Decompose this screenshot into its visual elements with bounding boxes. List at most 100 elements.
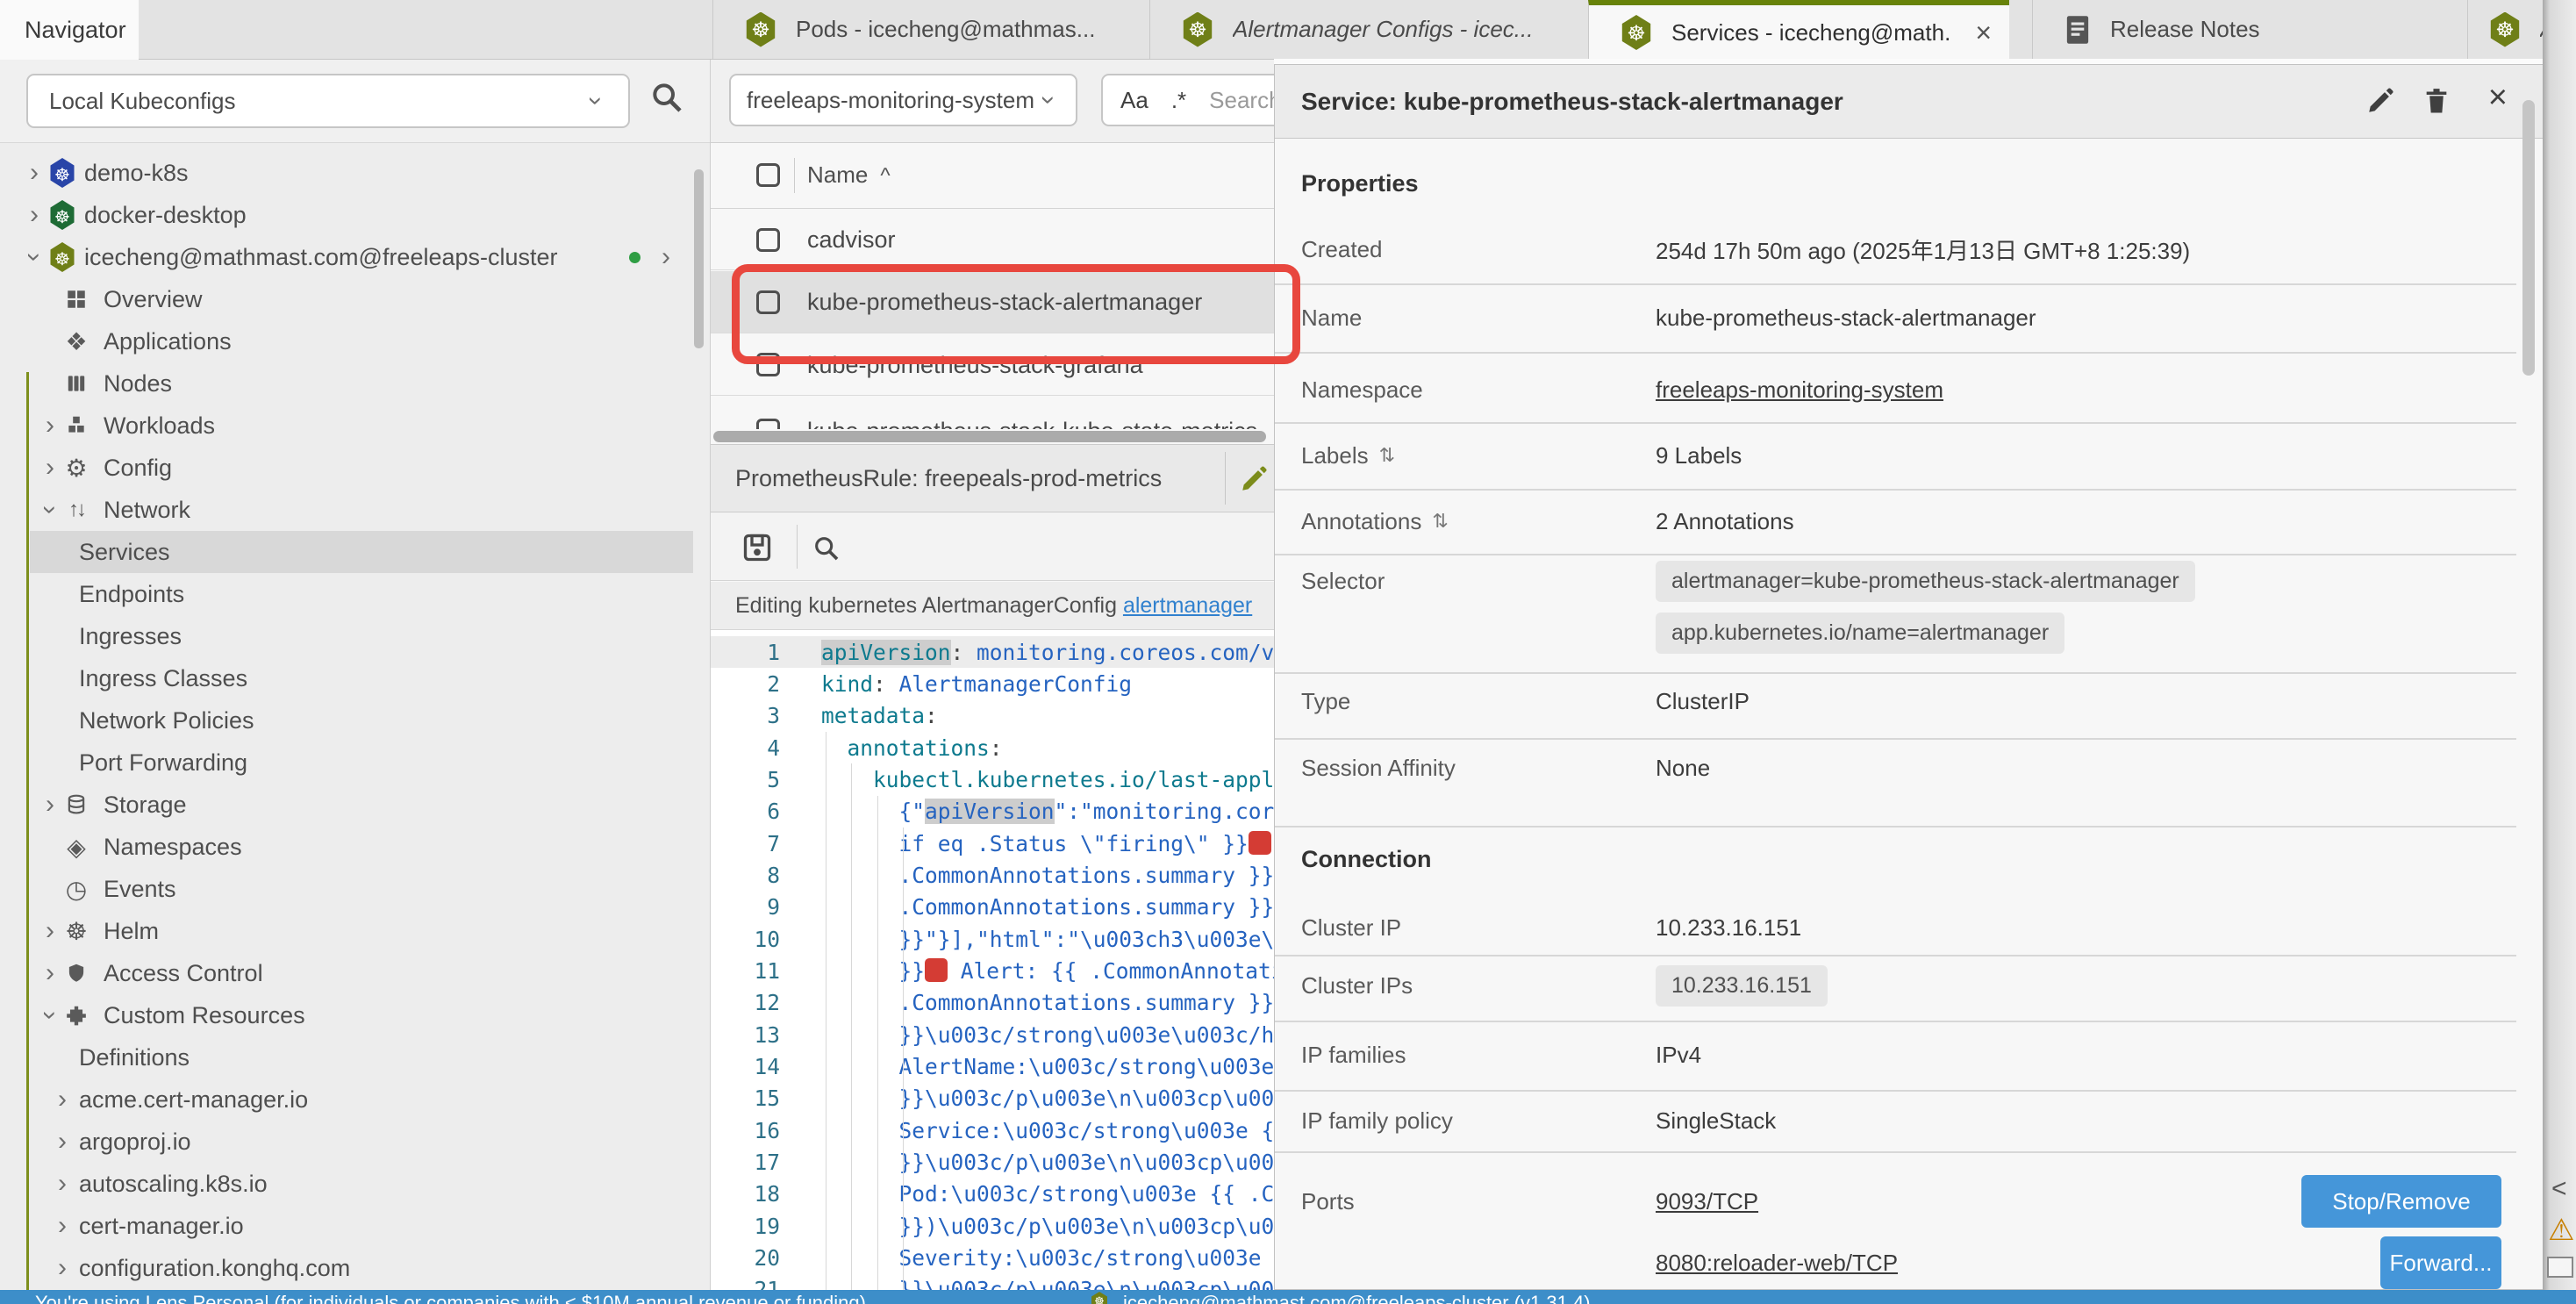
sidebar-item-services[interactable]: Services xyxy=(0,531,711,573)
chevron-right-icon[interactable] xyxy=(51,1257,74,1279)
row-checkbox[interactable] xyxy=(756,228,780,252)
sidebar-item-applications[interactable]: Applications xyxy=(0,320,711,362)
sidebar-item-overview[interactable]: Overview xyxy=(0,278,711,320)
sidebar-item-docker-desktop[interactable]: docker-desktop xyxy=(0,194,711,236)
table-row-partial[interactable]: kube-prometheus-stack-kube-state-metrics xyxy=(711,397,1275,429)
code-line[interactable]: 9 .CommonAnnotations.summary }}- xyxy=(711,892,1275,923)
code-line[interactable]: 11 }}🚨 Alert: {{ .CommonAnnotati xyxy=(711,955,1275,986)
kubeconfig-select[interactable]: Local Kubeconfigs xyxy=(26,74,630,128)
horizontal-scrollbar[interactable] xyxy=(713,431,1266,442)
sidebar-item-config[interactable]: Config xyxy=(0,447,711,489)
code-line[interactable]: 5 kubectl.kubernetes.io/last-appli xyxy=(711,763,1275,795)
edit-pencil-icon[interactable] xyxy=(2365,86,2395,116)
code-line[interactable]: 21 }}\u003c/p\u003e\n\u003cp\u003 xyxy=(711,1274,1275,1290)
namespace-select[interactable]: freeleaps-monitoring-system xyxy=(729,74,1077,126)
sidebar-item-nodes[interactable]: Nodes xyxy=(0,362,711,405)
sidebar-item-storage[interactable]: Storage xyxy=(0,784,711,826)
sidebar-item-cert-manager[interactable]: cert-manager.io xyxy=(0,1205,711,1247)
chevron-right-icon[interactable] xyxy=(39,456,61,479)
select-all-checkbox[interactable] xyxy=(756,163,780,187)
code-line[interactable]: 7 if eq .Status \"firing\" }}🚨 xyxy=(711,828,1275,859)
drawer-scrollbar[interactable] xyxy=(2522,100,2535,376)
stop-remove-button[interactable]: Stop/Remove xyxy=(2301,1175,2501,1228)
save-icon[interactable] xyxy=(741,532,773,563)
close-icon[interactable] xyxy=(2488,82,2508,112)
code-line[interactable]: 10 }}"}],"html":"\u003ch3\u003e\u xyxy=(711,923,1275,955)
chevron-down-icon[interactable] xyxy=(23,246,46,269)
edit-pencil-icon[interactable] xyxy=(1239,464,1269,494)
chevron-right-icon[interactable] xyxy=(39,920,61,942)
code-line[interactable]: 6 {"apiVersion":"monitoring.core xyxy=(711,796,1275,828)
sidebar-item-argoproj[interactable]: argoproj.io xyxy=(0,1121,711,1163)
sidebar-item-configuration-konghq[interactable]: configuration.konghq.com xyxy=(0,1247,711,1289)
sidebar-item-events[interactable]: Events xyxy=(0,868,711,910)
expand-toggle-icon[interactable] xyxy=(1432,510,1448,533)
sidebar-item-network[interactable]: Network xyxy=(0,489,711,531)
sidebar-item-definitions[interactable]: Definitions xyxy=(0,1036,711,1078)
chevron-right-icon[interactable] xyxy=(23,161,46,184)
table-row[interactable]: cadvisor xyxy=(711,210,1275,270)
chevron-right-icon[interactable] xyxy=(51,1172,74,1195)
tab-alertmanager-configs[interactable]: Alertmanager Configs - icec... xyxy=(1149,0,1588,59)
sidebar-item-ingress-classes[interactable]: Ingress Classes xyxy=(0,657,711,699)
sidebar-item-namespaces[interactable]: Namespaces xyxy=(0,826,711,868)
port-link[interactable]: 8080:reloader-web/TCP xyxy=(1656,1250,1898,1277)
code-line[interactable]: 14 AlertName:\u003c/strong\u003e xyxy=(711,1050,1275,1082)
regex-toggle[interactable]: .* xyxy=(1171,87,1186,114)
code-line[interactable]: 17 }}\u003c/p\u003e\n\u003cp\u003 xyxy=(711,1146,1275,1178)
code-line[interactable]: 16 Service:\u003c/strong\u003e { xyxy=(711,1114,1275,1146)
tab-services[interactable]: Services - icecheng@math... xyxy=(1588,0,2009,60)
sidebar-scrollbar[interactable] xyxy=(694,169,704,348)
forward-button[interactable]: Forward... xyxy=(2380,1236,2501,1289)
chevron-right-icon[interactable] xyxy=(39,793,61,816)
sidebar-item-autoscaling[interactable]: autoscaling.k8s.io xyxy=(0,1163,711,1205)
sidebar-item-helm[interactable]: Helm xyxy=(0,910,711,952)
chevron-down-icon[interactable] xyxy=(39,1004,61,1027)
breadcrumb-link[interactable]: alertmanager xyxy=(1123,593,1252,619)
chevron-right-icon[interactable] xyxy=(51,1214,74,1237)
close-icon[interactable] xyxy=(1975,17,1992,49)
navigator-header[interactable]: Navigator xyxy=(0,0,139,60)
chevron-right-icon[interactable] xyxy=(39,414,61,437)
code-line[interactable]: 4 annotations: xyxy=(711,732,1275,763)
code-line[interactable]: 1 apiVersion: monitoring.coreos.com/v1 xyxy=(711,636,1275,668)
code-line[interactable]: 20 Severity:\u003c/strong\u003e xyxy=(711,1242,1275,1273)
code-line[interactable]: 12 .CommonAnnotations.summary }}- xyxy=(711,987,1275,1019)
code-line[interactable]: 15 }}\u003c/p\u003e\n\u003cp\u003 xyxy=(711,1083,1275,1114)
code-line[interactable]: 3 metadata: xyxy=(711,700,1275,732)
sidebar-item-workloads[interactable]: Workloads xyxy=(0,405,711,447)
tab-pods[interactable]: Pods - icecheng@mathmas... xyxy=(712,0,1149,59)
chevron-right-icon[interactable] xyxy=(39,962,61,985)
sidebar-item-demo-k8s[interactable]: demo-k8s xyxy=(0,152,711,194)
name-column-header[interactable]: Name xyxy=(807,161,891,189)
row-checkbox[interactable] xyxy=(756,419,780,429)
active-cluster-status[interactable]: icecheng@mathmast.com@freeleaps-cluster … xyxy=(1123,1292,1591,1304)
expand-toggle-icon[interactable] xyxy=(1379,444,1395,467)
namespace-link[interactable]: freeleaps-monitoring-system xyxy=(1656,376,1943,404)
sidebar-item-freeleaps-cluster[interactable]: icecheng@mathmast.com@freeleaps-cluster xyxy=(0,236,711,278)
code-line[interactable]: 19 }})\u003c/p\u003e\n\u003cp\u00 xyxy=(711,1210,1275,1242)
sidebar-item-acme-cert-manager[interactable]: acme.cert-manager.io xyxy=(0,1078,711,1121)
sidebar-item-access-control[interactable]: Access Control xyxy=(0,952,711,994)
trash-icon[interactable] xyxy=(2422,86,2451,116)
chevron-down-icon[interactable] xyxy=(39,498,61,521)
dock-tab[interactable]: PrometheusRule: freepeals-prod-metrics xyxy=(711,444,1275,512)
sidebar-item-endpoints[interactable]: Endpoints xyxy=(0,573,711,615)
sidebar-item-network-policies[interactable]: Network Policies xyxy=(0,699,711,742)
sidebar-item-port-forwarding[interactable]: Port Forwarding xyxy=(0,742,711,784)
chevron-right-icon[interactable] xyxy=(51,1130,74,1153)
search-icon[interactable] xyxy=(649,80,684,115)
code-line[interactable]: 13 }}\u003c/strong\u003e\u003c/h3 xyxy=(711,1019,1275,1050)
code-line[interactable]: 18 Pod:\u003c/strong\u003e {{ .Co xyxy=(711,1179,1275,1210)
search-input[interactable]: Aa .* Search xyxy=(1101,74,1275,126)
code-line[interactable]: 2 kind: AlertmanagerConfig xyxy=(711,668,1275,699)
match-case-toggle[interactable]: Aa xyxy=(1120,87,1148,114)
chevron-right-icon[interactable] xyxy=(655,246,677,269)
tab-release-notes[interactable]: Release Notes xyxy=(2032,0,2467,59)
editor-search-icon[interactable] xyxy=(812,534,841,563)
code-line[interactable]: 8 .CommonAnnotations.summary }}- xyxy=(711,859,1275,891)
chevron-right-icon[interactable] xyxy=(51,1088,74,1111)
port-link[interactable]: 9093/TCP xyxy=(1656,1188,1758,1215)
sidebar-item-ingresses[interactable]: Ingresses xyxy=(0,615,711,657)
yaml-editor[interactable]: 1 apiVersion: monitoring.coreos.com/v1 2… xyxy=(711,630,1275,1290)
